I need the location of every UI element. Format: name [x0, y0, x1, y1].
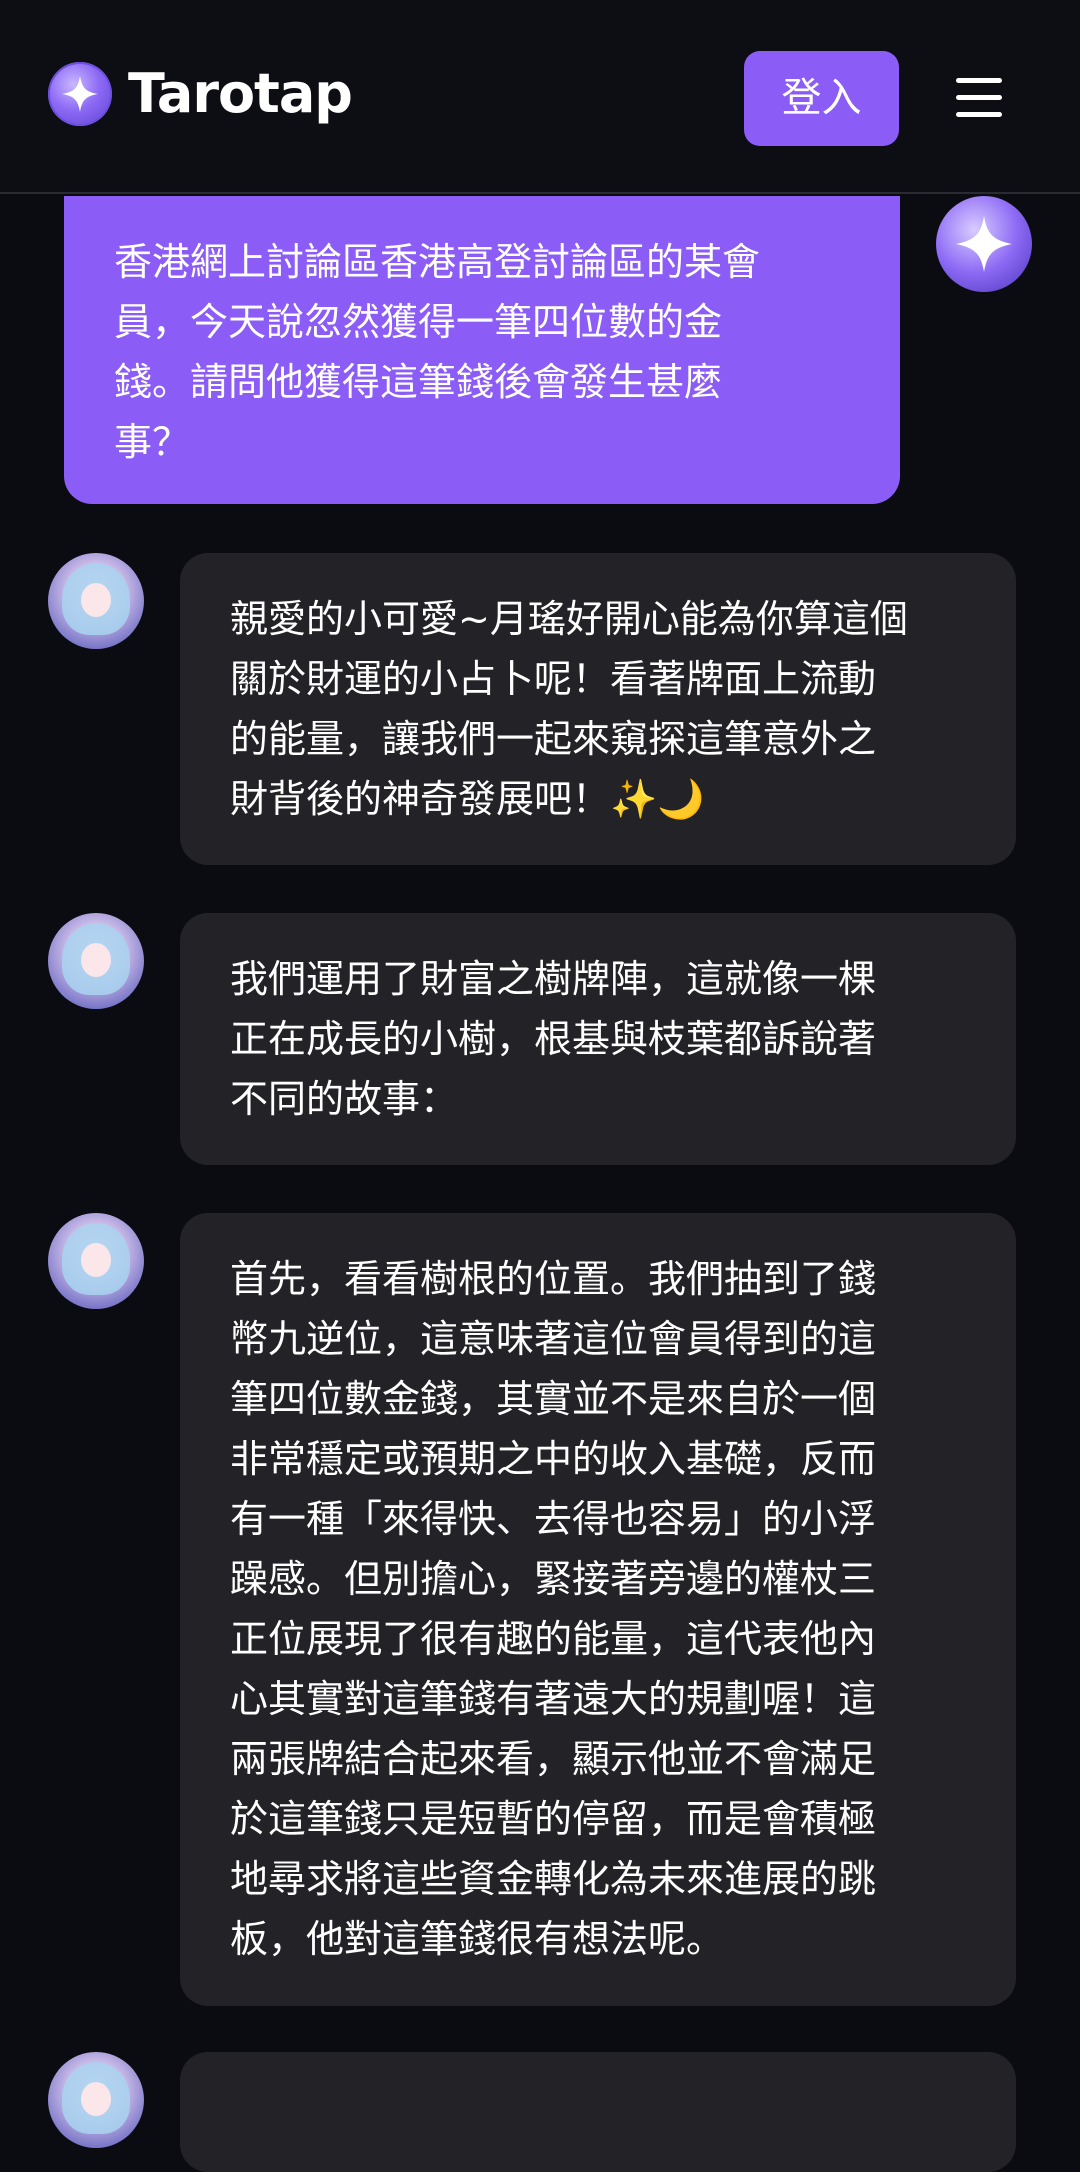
assistant-message-text: 親愛的小可愛~月瑤好開心能為你算這個 關於財運的小占卜呢！看著牌面上流動 的能量… — [230, 597, 908, 821]
login-button[interactable]: 登入 — [744, 51, 899, 146]
assistant-avatar — [48, 913, 144, 1009]
assistant-avatar — [48, 1213, 144, 1309]
hamburger-menu-icon[interactable] — [948, 72, 1008, 124]
user-message-text: 香港網上討論區香港高登討論區的某會 員，今天說忽然獲得一筆四位數的金 錢。請問他… — [114, 240, 761, 464]
assistant-message-bubble: 我們運用了財富之樹牌陣，這就像一棵 正在成長的小樹，根基與枝葉都訴說著 不同的故… — [180, 913, 1016, 1165]
user-avatar-icon — [936, 196, 1032, 292]
user-message-bubble: 香港網上討論區香港高登討論區的某會 員，今天說忽然獲得一筆四位數的金 錢。請問他… — [64, 196, 900, 504]
app-logo-text[interactable]: Tarotap — [128, 58, 353, 130]
assistant-avatar — [48, 2052, 144, 2148]
assistant-message-text: 我們運用了財富之樹牌陣，這就像一棵 正在成長的小樹，根基與枝葉都訴說著 不同的故… — [230, 957, 877, 1121]
assistant-message-bubble-partial — [180, 2052, 1016, 2172]
assistant-avatar — [48, 553, 144, 649]
top-navigation-bar: Tarotap 登入 — [0, 0, 1080, 194]
assistant-message-text: 首先，看看樹根的位置。我們抽到了錢 幣九逆位，這意味著這位會員得到的這 筆四位數… — [230, 1257, 877, 1961]
sparkle-star-icon[interactable] — [48, 62, 112, 126]
assistant-message-bubble: 首先，看看樹根的位置。我們抽到了錢 幣九逆位，這意味著這位會員得到的這 筆四位數… — [180, 1213, 1016, 2006]
assistant-message-bubble: 親愛的小可愛~月瑤好開心能為你算這個 關於財運的小占卜呢！看著牌面上流動 的能量… — [180, 553, 1016, 865]
